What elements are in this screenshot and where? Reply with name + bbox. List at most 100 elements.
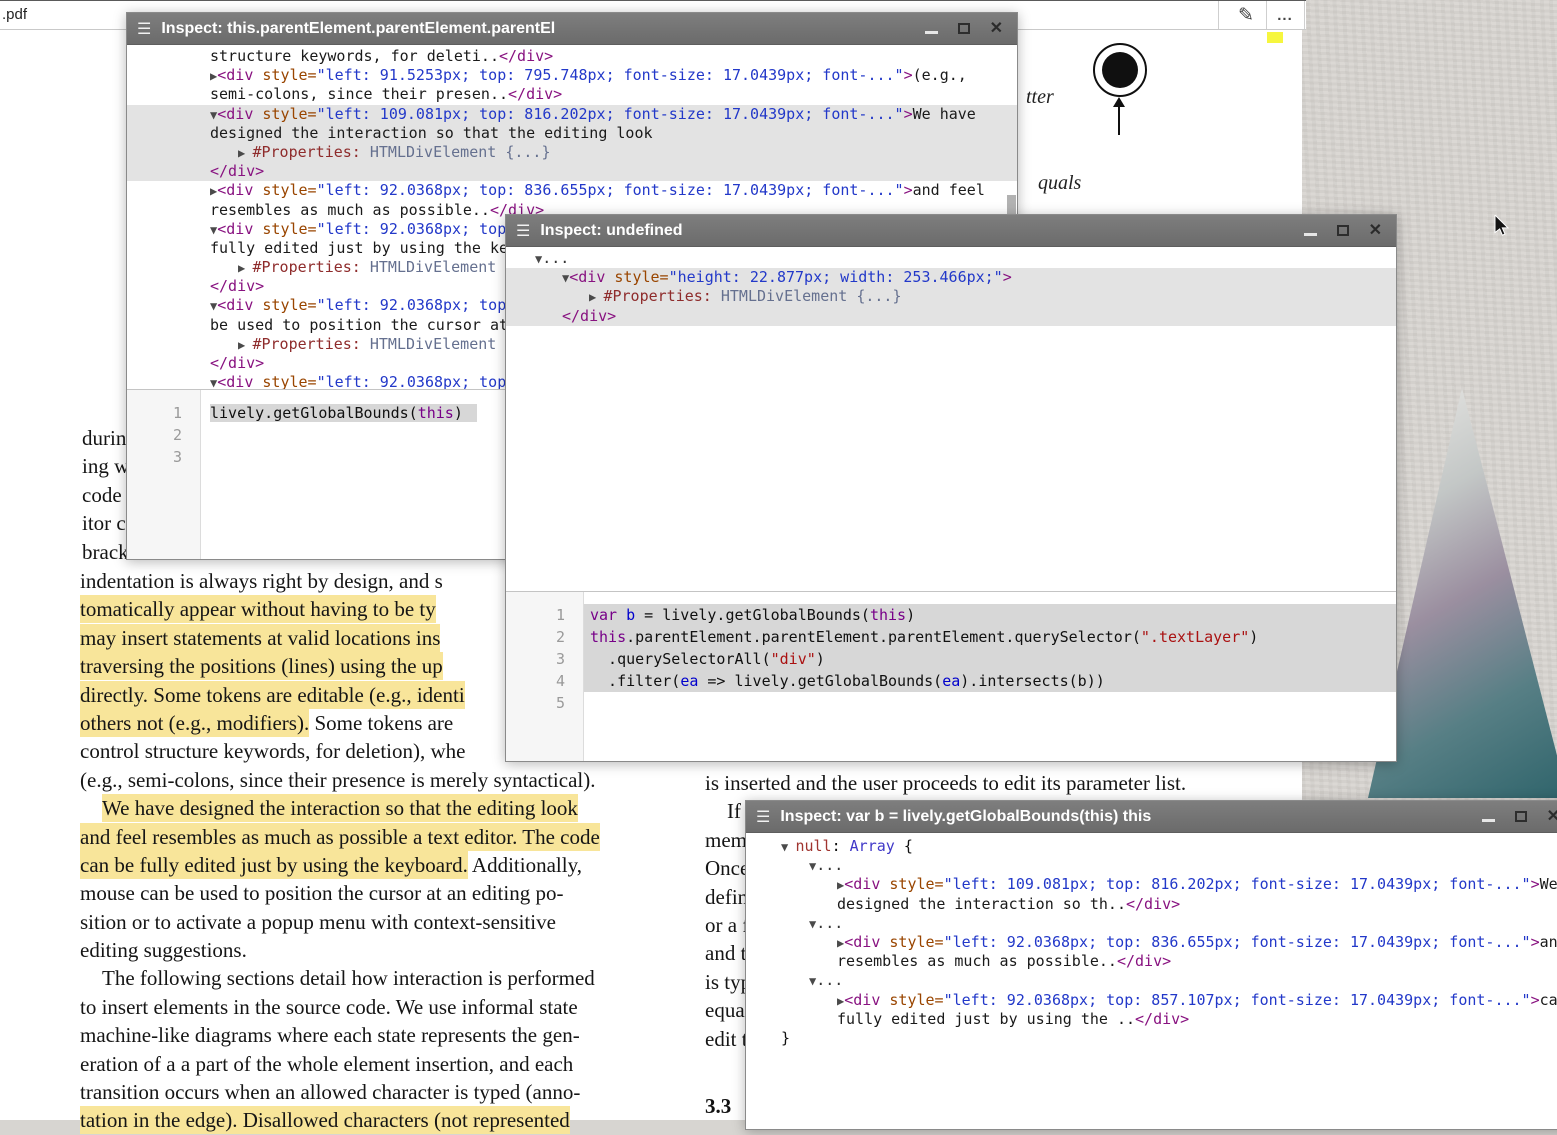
pdf-filename-label: .pdf bbox=[2, 6, 27, 23]
line-number: 3 bbox=[127, 446, 182, 468]
window-buttons: ✕ bbox=[1304, 223, 1382, 239]
line-number: 2 bbox=[506, 626, 565, 648]
toolbar-divider bbox=[1218, 1, 1219, 29]
line-numbers: 123 bbox=[127, 390, 201, 559]
close-button[interactable]: ✕ bbox=[1547, 809, 1557, 825]
pdf-left-fragments: durining wcodeitor cbrack bbox=[82, 424, 129, 566]
bpmn-end-event-circle bbox=[1093, 43, 1147, 97]
tree-line[interactable]: ▼<div style="left: 109.081px; top: 816.2… bbox=[127, 105, 1017, 124]
tree-line[interactable]: ▼... bbox=[506, 249, 1396, 268]
tree-line[interactable]: ▼... bbox=[746, 914, 1557, 933]
text-line: The following sections detail how intera… bbox=[80, 964, 690, 992]
line-number: 4 bbox=[506, 670, 565, 692]
text-line: transition occurs when an allowed charac… bbox=[80, 1078, 690, 1106]
tree-line[interactable]: ▶<div style="left: 92.0368px; top: 836.6… bbox=[127, 181, 1017, 200]
code-line[interactable]: .filter(ea => lively.getGlobalBounds(ea)… bbox=[584, 670, 1396, 692]
maximize-button[interactable] bbox=[1515, 811, 1527, 822]
text-line: to insert elements in the source code. W… bbox=[80, 993, 690, 1021]
tree-line[interactable]: structure keywords, for deleti..</div> bbox=[127, 47, 1017, 66]
tree-line[interactable]: </div> bbox=[127, 162, 1017, 181]
tree-line[interactable]: ▼ null: Array { bbox=[746, 837, 1557, 856]
maximize-button[interactable] bbox=[958, 23, 970, 34]
code-selection: lively.getGlobalBounds(this) bbox=[210, 404, 477, 422]
window-menu-icon[interactable]: ☰ bbox=[137, 19, 151, 39]
text-line: ing w bbox=[82, 452, 129, 480]
minimize-button[interactable] bbox=[925, 31, 938, 34]
tree-line[interactable]: ▶ #Properties: HTMLDivElement {...} bbox=[506, 287, 1396, 306]
code-editor: 12345 var b = lively.getGlobalBounds(thi… bbox=[506, 591, 1396, 761]
window-title: Inspect: undefined bbox=[540, 222, 1303, 240]
window-buttons: ✕ bbox=[1482, 809, 1557, 825]
edit-pencil-button[interactable]: ✎ bbox=[1228, 1, 1264, 30]
minimize-button[interactable] bbox=[1482, 819, 1495, 822]
text-line: We have designed the interaction so that… bbox=[80, 794, 690, 822]
window-titlebar[interactable]: ☰ Inspect: this.parentElement.parentElem… bbox=[127, 13, 1017, 45]
inspector-window-array-result[interactable]: ☰ Inspect: var b = lively.getGlobalBound… bbox=[745, 800, 1557, 1130]
tree-line[interactable]: ▶<div style="left: 92.0368px; top: 836.6… bbox=[746, 933, 1557, 952]
tree-line[interactable]: ▶<div style="left: 92.0368px; top: 857.1… bbox=[746, 991, 1557, 1010]
text-line: and feel resembles as much as possible a… bbox=[80, 823, 690, 851]
tree-line[interactable]: </div> bbox=[506, 307, 1396, 326]
tree-line[interactable]: designed the interaction so that the edi… bbox=[127, 124, 1017, 143]
text-line: tation in the edge). Disallowed characte… bbox=[80, 1106, 690, 1134]
tree-line[interactable]: semi-colons, since their presen..</div> bbox=[127, 85, 1017, 104]
text-line: is inserted and the user proceeds to edi… bbox=[705, 769, 1265, 797]
line-number: 3 bbox=[506, 648, 565, 670]
text-line: machine-like diagrams where each state r… bbox=[80, 1021, 690, 1049]
line-number: 1 bbox=[127, 402, 182, 424]
tree-line[interactable]: ▼... bbox=[746, 856, 1557, 875]
object-tree[interactable]: ▼ null: Array {▼...▶<div style="left: 10… bbox=[746, 833, 1557, 1129]
line-number: 2 bbox=[127, 424, 182, 446]
close-button[interactable]: ✕ bbox=[1369, 223, 1382, 239]
text-line: mouse can be used to position the cursor… bbox=[80, 879, 690, 907]
yellow-marker bbox=[1267, 32, 1283, 43]
sequence-flow-arrowhead bbox=[1113, 97, 1125, 107]
text-line: can be fully edited just by using the ke… bbox=[80, 851, 690, 879]
tree-line[interactable]: } bbox=[746, 1029, 1557, 1048]
tree-line[interactable]: ▶<div style="left: 91.5253px; top: 795.7… bbox=[127, 66, 1017, 85]
code-line[interactable]: var b = lively.getGlobalBounds(this) bbox=[584, 604, 1396, 626]
inspector-window-undefined[interactable]: ☰ Inspect: undefined ✕ ▼...▼<div style="… bbox=[505, 214, 1397, 762]
window-menu-icon[interactable]: ☰ bbox=[516, 221, 530, 241]
pdf-section-number: 3.3 bbox=[705, 1094, 731, 1119]
toolbar-divider bbox=[1304, 1, 1305, 29]
code-area[interactable]: var b = lively.getGlobalBounds(this)this… bbox=[584, 592, 1396, 761]
line-number: 1 bbox=[506, 604, 565, 626]
window-titlebar[interactable]: ☰ Inspect: var b = lively.getGlobalBound… bbox=[746, 801, 1557, 833]
code-line[interactable] bbox=[584, 692, 1396, 714]
text-line: sition or to activate a popup menu with … bbox=[80, 908, 690, 936]
tree-line[interactable]: ▶<div style="left: 109.081px; top: 816.2… bbox=[746, 875, 1557, 894]
dom-tree[interactable]: ▼...▼<div style="height: 22.877px; width… bbox=[506, 247, 1396, 591]
window-title: Inspect: var b = lively.getGlobalBounds(… bbox=[780, 808, 1481, 826]
window-title: Inspect: this.parentElement.parentElemen… bbox=[161, 20, 924, 38]
tree-line[interactable]: ▼<div style="height: 22.877px; width: 25… bbox=[506, 268, 1396, 287]
tree-line[interactable]: resembles as much as possible..</div> bbox=[746, 952, 1557, 971]
bpmn-end-event-inner bbox=[1102, 52, 1138, 88]
maximize-button[interactable] bbox=[1337, 225, 1349, 236]
text-line: itor c bbox=[82, 509, 129, 537]
line-number: 5 bbox=[506, 692, 565, 714]
code-line[interactable]: .querySelectorAll("div") bbox=[584, 648, 1396, 670]
diagram-word-bottom: quals bbox=[1038, 172, 1081, 195]
tree-line[interactable]: fully edited just by using the ..</div> bbox=[746, 1010, 1557, 1029]
window-buttons: ✕ bbox=[925, 21, 1003, 37]
sequence-flow-line bbox=[1118, 107, 1120, 135]
tree-line[interactable]: ▶ #Properties: HTMLDivElement {...} bbox=[127, 143, 1017, 162]
text-line: editing suggestions. bbox=[80, 936, 690, 964]
close-button[interactable]: ✕ bbox=[990, 21, 1003, 37]
more-options-button[interactable]: ... bbox=[1268, 1, 1302, 30]
toolbar-divider bbox=[1266, 1, 1267, 29]
text-line: code bbox=[82, 481, 129, 509]
text-line: eration of a a part of the whole element… bbox=[80, 1050, 690, 1078]
code-line[interactable]: this.parentElement.parentElement.parentE… bbox=[584, 626, 1396, 648]
text-line: (e.g., semi-colons, since their presence… bbox=[80, 766, 690, 794]
pencil-icon: ✎ bbox=[1238, 5, 1254, 26]
text-line: durin bbox=[82, 424, 129, 452]
window-menu-icon[interactable]: ☰ bbox=[756, 807, 770, 827]
tree-line[interactable]: designed the interaction so th..</div> bbox=[746, 895, 1557, 914]
tree-line[interactable]: ▼... bbox=[746, 971, 1557, 990]
diagram-word-top: tter bbox=[1026, 86, 1054, 109]
minimize-button[interactable] bbox=[1304, 233, 1317, 236]
window-titlebar[interactable]: ☰ Inspect: undefined ✕ bbox=[506, 215, 1396, 247]
text-line: brack bbox=[82, 538, 129, 566]
